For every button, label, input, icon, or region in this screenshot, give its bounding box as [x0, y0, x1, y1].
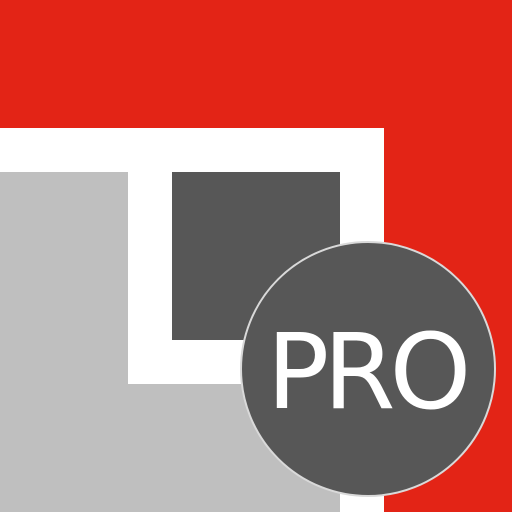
pro-badge: PRO	[240, 241, 496, 497]
pro-app-icon: PRO	[0, 0, 512, 512]
pro-badge-label: PRO	[266, 311, 472, 433]
